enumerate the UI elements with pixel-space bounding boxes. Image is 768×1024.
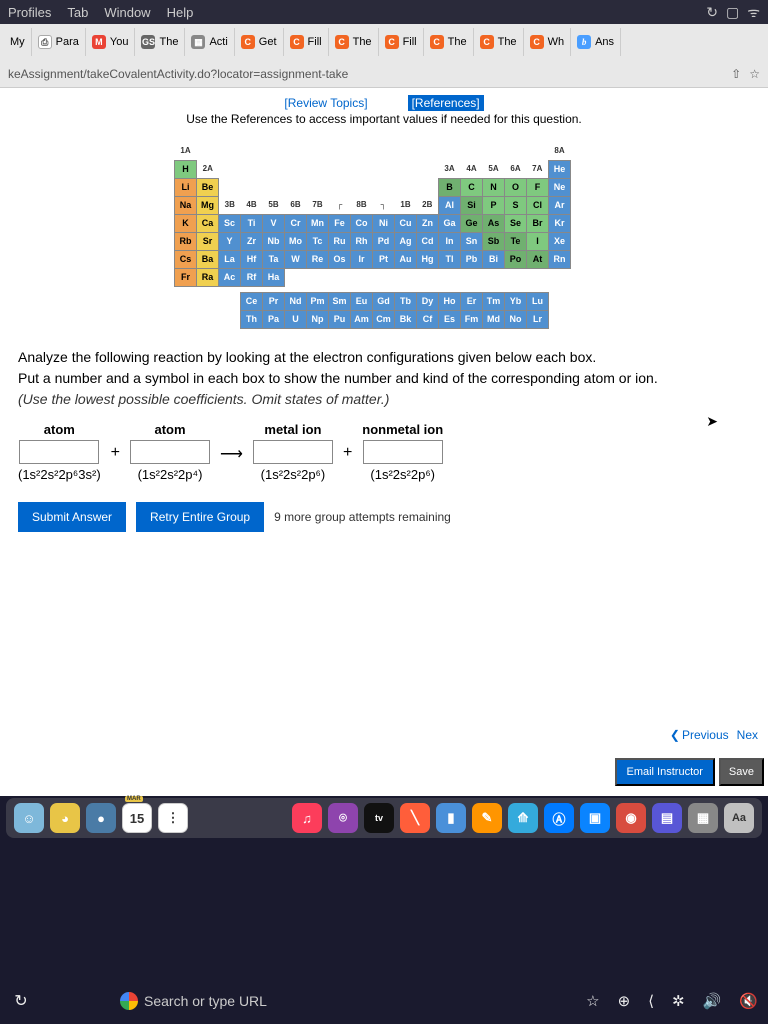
atom1-input[interactable] xyxy=(19,440,99,464)
question-text: Analyze the following reaction by lookin… xyxy=(0,339,768,418)
url-bar[interactable]: keAssignment/takeCovalentActivity.do?loc… xyxy=(0,60,768,88)
menu-window[interactable]: Window xyxy=(104,5,150,20)
tab[interactable]: ▦Acti xyxy=(185,28,234,56)
cursor-icon: ➤ xyxy=(706,413,718,430)
chegg-icon: C xyxy=(241,35,255,49)
dock-app-icon[interactable]: ▮ xyxy=(436,803,466,833)
podcast-icon[interactable]: ⌾ xyxy=(328,803,358,833)
config3: (1s²2s²2p⁶) xyxy=(261,467,326,482)
bartleby-icon: b xyxy=(577,35,591,49)
nonmetalion-input[interactable] xyxy=(363,440,443,464)
col-header-metalion: metal ion xyxy=(264,422,321,437)
arrow-icon: ⟶ xyxy=(220,422,243,464)
dock-app-icon[interactable]: ⟰ xyxy=(508,803,538,833)
save-button[interactable]: Save xyxy=(719,758,764,786)
plus-sign: + xyxy=(111,422,120,462)
col-header-atom1: atom xyxy=(44,422,75,437)
chegg-icon: C xyxy=(335,35,349,49)
atom2-input[interactable] xyxy=(130,440,210,464)
plus-sign: + xyxy=(343,422,352,462)
equation-row: atom (1s²2s²2p⁶3s²) + atom (1s²2s²2p⁴) ⟶… xyxy=(0,418,768,494)
reload-icon[interactable]: ↻ xyxy=(10,990,32,1012)
tab[interactable]: bAns xyxy=(571,28,621,56)
dock-app-icon[interactable]: ● xyxy=(86,803,116,833)
add-icon[interactable]: ⊕ xyxy=(618,992,631,1010)
browser-tabbar: My ⎙Para MYou GSThe ▦Acti CGet CFill CTh… xyxy=(0,24,768,60)
site-icon: ▦ xyxy=(191,35,205,49)
page-icon: ⎙ xyxy=(38,35,52,49)
dock-app-icon[interactable]: ◕ xyxy=(50,803,80,833)
previous-button[interactable]: ❮Previous xyxy=(670,728,729,742)
tab[interactable]: CThe xyxy=(474,28,524,56)
col-header-nonmetalion: nonmetal ion xyxy=(362,422,443,437)
wifi-icon[interactable]: ᯤ xyxy=(747,3,760,22)
dock-app-icon[interactable]: ⋮ xyxy=(158,803,188,833)
tab[interactable]: CThe xyxy=(329,28,379,56)
tab[interactable]: GSThe xyxy=(135,28,185,56)
bookmark-icon[interactable]: ☆ xyxy=(749,67,760,81)
col-header-atom2: atom xyxy=(154,422,185,437)
search-bar[interactable]: Search or type URL xyxy=(120,992,340,1010)
config4: (1s²2s²2p⁶) xyxy=(370,467,435,482)
star-icon[interactable]: ☆ xyxy=(586,992,599,1010)
dock-app-icon[interactable]: ╲ xyxy=(400,803,430,833)
facetime-icon[interactable]: ▣ xyxy=(580,803,610,833)
tab[interactable]: MYou xyxy=(86,28,136,56)
tab[interactable]: My xyxy=(4,28,32,56)
chegg-icon: C xyxy=(480,35,494,49)
dock-app-icon[interactable]: ◉ xyxy=(616,803,646,833)
metalion-input[interactable] xyxy=(253,440,333,464)
submit-answer-button[interactable]: Submit Answer xyxy=(18,502,126,532)
references-link[interactable]: [References] xyxy=(408,95,484,111)
next-button[interactable]: Nex xyxy=(737,728,758,742)
menu-help[interactable]: Help xyxy=(167,5,194,20)
volume-icon[interactable]: 🔊 xyxy=(703,992,722,1010)
calendar-icon[interactable]: MAR 15 xyxy=(122,803,152,833)
battery-icon: ▢ xyxy=(726,4,739,21)
chegg-icon: C xyxy=(385,35,399,49)
mute-icon[interactable]: 🔇 xyxy=(739,992,758,1010)
share-icon[interactable]: ⇧ xyxy=(731,67,741,81)
chegg-icon: C xyxy=(290,35,304,49)
chegg-icon: C xyxy=(530,35,544,49)
tab[interactable]: CFill xyxy=(379,28,424,56)
menu-tab[interactable]: Tab xyxy=(67,5,88,20)
chegg-icon: C xyxy=(430,35,444,49)
tab[interactable]: CWh xyxy=(524,28,572,56)
tab[interactable]: CFill xyxy=(284,28,329,56)
periodic-table[interactable]: 1A8A H 2A 3A4A5A6A7A He LiBe BCNOFNe NaM… xyxy=(174,142,594,329)
site-icon: GS xyxy=(141,35,155,49)
config1: (1s²2s²2p⁶3s²) xyxy=(18,467,101,482)
gmail-icon: M xyxy=(92,35,106,49)
dock-app-icon[interactable]: ✎ xyxy=(472,803,502,833)
dock-app-icon[interactable]: ▦ xyxy=(688,803,718,833)
bottom-toolbar: ↻ Search or type URL ☆ ⊕ ⟨ ✲ 🔊 🔇 xyxy=(0,984,768,1018)
email-instructor-button[interactable]: Email Instructor xyxy=(615,758,715,786)
back-icon[interactable]: ⟨ xyxy=(648,992,654,1010)
review-topics-link[interactable]: [Review Topics] xyxy=(284,96,367,110)
music-icon[interactable]: ♫ xyxy=(292,803,322,833)
appletv-icon[interactable]: tv xyxy=(364,803,394,833)
url-text: keAssignment/takeCovalentActivity.do?loc… xyxy=(8,67,348,81)
finder-icon[interactable]: ☺ xyxy=(14,803,44,833)
retry-group-button[interactable]: Retry Entire Group xyxy=(136,502,264,532)
google-icon xyxy=(120,992,138,1010)
mac-dock: ☺ ◕ ● MAR 15 ⋮ ♫ ⌾ tv ╲ ▮ ✎ ⟰ Ⓐ ▣ ◉ ▤ ▦ … xyxy=(6,798,762,838)
tab[interactable]: CGet xyxy=(235,28,284,56)
tab[interactable]: ⎙Para xyxy=(32,28,86,56)
sync-icon[interactable]: ↻ xyxy=(706,4,718,21)
attempts-remaining: 9 more group attempts remaining xyxy=(274,510,451,524)
dock-app-icon[interactable]: Aa xyxy=(724,803,754,833)
dock-app-icon[interactable]: ▤ xyxy=(652,803,682,833)
menu-profiles[interactable]: Profiles xyxy=(8,5,51,20)
mac-menubar: Profiles Tab Window Help ↻ ▢ ᯤ xyxy=(0,0,768,24)
help-text: Use the References to access important v… xyxy=(0,110,768,136)
brightness-icon[interactable]: ✲ xyxy=(672,992,685,1010)
page-content: [Review Topics] [References] Use the Ref… xyxy=(0,88,768,796)
config2: (1s²2s²2p⁴) xyxy=(138,467,203,482)
tab[interactable]: CThe xyxy=(424,28,474,56)
appstore-icon[interactable]: Ⓐ xyxy=(544,803,574,833)
